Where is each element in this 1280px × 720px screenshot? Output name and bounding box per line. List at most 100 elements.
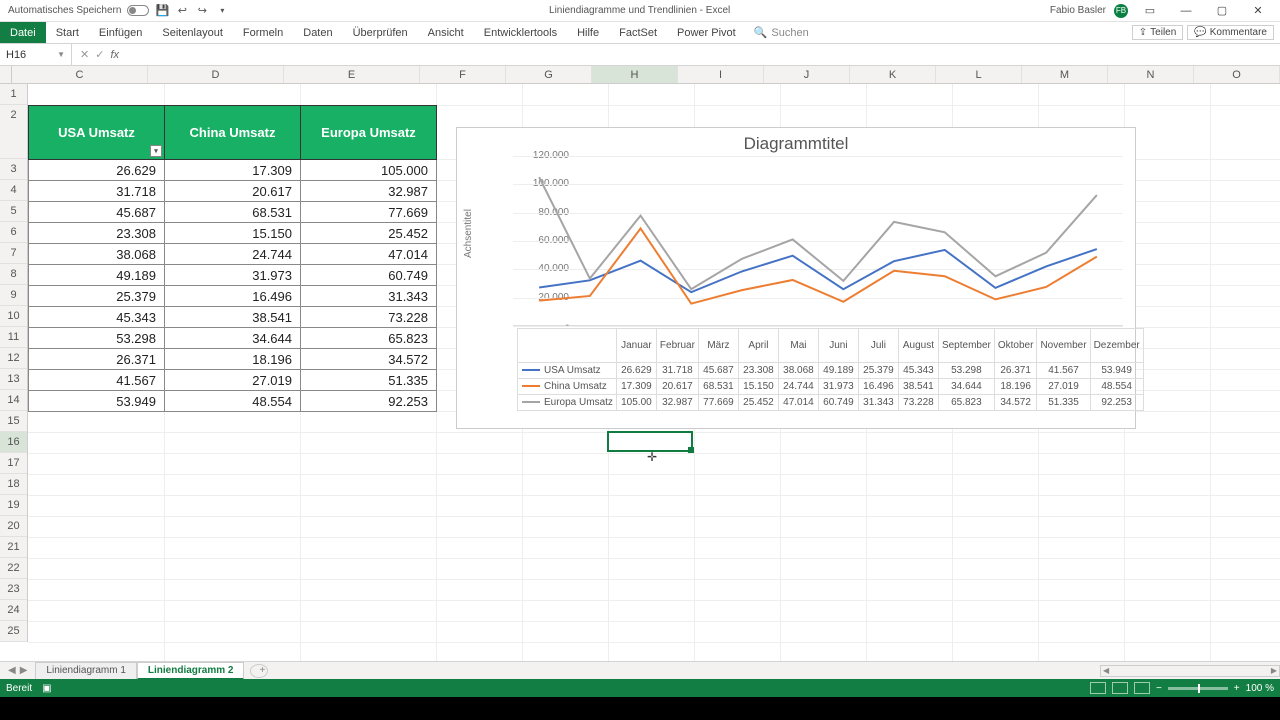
cell[interactable]: 92.253 xyxy=(301,391,437,412)
table-row[interactable]: 25.37916.49631.343 xyxy=(29,286,437,307)
col-header-J[interactable]: J xyxy=(764,66,850,83)
view-page-layout-icon[interactable] xyxy=(1112,682,1128,694)
cell[interactable]: 31.343 xyxy=(301,286,437,307)
cell[interactable]: 60.749 xyxy=(301,265,437,286)
row-header-18[interactable]: 18 xyxy=(0,474,27,495)
cell[interactable]: 31.718 xyxy=(29,181,165,202)
cell[interactable]: 47.014 xyxy=(301,244,437,265)
y-axis-title[interactable]: Achsentitel xyxy=(463,209,474,258)
cancel-formula-icon[interactable]: ✕ xyxy=(80,48,89,61)
zoom-level[interactable]: 100 % xyxy=(1246,683,1274,694)
active-cell[interactable] xyxy=(607,431,693,452)
cell[interactable]: 41.567 xyxy=(29,370,165,391)
zoom-slider[interactable] xyxy=(1168,687,1228,690)
col-header-L[interactable]: L xyxy=(936,66,1022,83)
cell[interactable]: 25.452 xyxy=(301,223,437,244)
tab-factset[interactable]: FactSet xyxy=(609,22,667,43)
row-header-8[interactable]: 8 xyxy=(0,264,27,285)
cell[interactable]: 16.496 xyxy=(165,286,301,307)
close-icon[interactable]: ✕ xyxy=(1244,4,1272,17)
data-table[interactable]: USA Umsatz▾China UmsatzEuropa Umsatz26.6… xyxy=(28,105,437,412)
col-header-M[interactable]: M xyxy=(1022,66,1108,83)
cell[interactable]: 15.150 xyxy=(165,223,301,244)
col-header-G[interactable]: G xyxy=(506,66,592,83)
table-row[interactable]: 53.94948.55492.253 xyxy=(29,391,437,412)
row-header-12[interactable]: 12 xyxy=(0,348,27,369)
col-header-E[interactable]: E xyxy=(284,66,420,83)
filter-icon[interactable]: ▾ xyxy=(150,145,162,157)
row-header-14[interactable]: 14 xyxy=(0,390,27,411)
col-header-O[interactable]: O xyxy=(1194,66,1280,83)
zoom-out-icon[interactable]: − xyxy=(1156,683,1162,694)
row-header-21[interactable]: 21 xyxy=(0,537,27,558)
cell[interactable]: 31.973 xyxy=(165,265,301,286)
save-icon[interactable]: 💾 xyxy=(155,4,169,18)
sheet-tab[interactable]: Liniendiagramm 1 xyxy=(35,662,137,680)
ribbon-search[interactable]: 🔍 Suchen xyxy=(746,22,817,43)
row-header-17[interactable]: 17 xyxy=(0,453,27,474)
table-row[interactable]: 26.37118.19634.572 xyxy=(29,349,437,370)
col-header-I[interactable]: I xyxy=(678,66,764,83)
comments-button[interactable]: 💬Kommentare xyxy=(1187,25,1274,40)
user-avatar[interactable]: FB xyxy=(1114,4,1128,18)
row-header-25[interactable]: 25 xyxy=(0,621,27,642)
undo-icon[interactable]: ↩ xyxy=(175,4,189,18)
row-header-9[interactable]: 9 xyxy=(0,285,27,306)
chart-data-table[interactable]: JanuarFebruarMärzAprilMaiJuniJuliAugustS… xyxy=(517,328,1144,411)
tab-daten[interactable]: Daten xyxy=(293,22,342,43)
tab-file[interactable]: Datei xyxy=(0,22,46,43)
table-header[interactable]: Europa Umsatz xyxy=(301,106,437,160)
cell[interactable]: 34.572 xyxy=(301,349,437,370)
row-header-15[interactable]: 15 xyxy=(0,411,27,432)
redo-icon[interactable]: ↪ xyxy=(195,4,209,18)
row-header-2[interactable]: 2 xyxy=(0,105,27,159)
cell[interactable]: 32.987 xyxy=(301,181,437,202)
ribbon-display-icon[interactable]: ▭ xyxy=(1136,4,1164,17)
tab-formeln[interactable]: Formeln xyxy=(233,22,293,43)
col-header-N[interactable]: N xyxy=(1108,66,1194,83)
row-header-19[interactable]: 19 xyxy=(0,495,27,516)
fill-handle[interactable] xyxy=(688,447,694,453)
cell[interactable]: 45.343 xyxy=(29,307,165,328)
table-row[interactable]: 38.06824.74447.014 xyxy=(29,244,437,265)
row-header-10[interactable]: 10 xyxy=(0,306,27,327)
row-header-4[interactable]: 4 xyxy=(0,180,27,201)
table-row[interactable]: 41.56727.01951.335 xyxy=(29,370,437,391)
col-header-F[interactable]: F xyxy=(420,66,506,83)
cell[interactable]: 26.371 xyxy=(29,349,165,370)
cell[interactable]: 38.068 xyxy=(29,244,165,265)
share-button[interactable]: ⇪Teilen xyxy=(1132,25,1184,40)
cell[interactable]: 17.309 xyxy=(165,160,301,181)
cell[interactable]: 25.379 xyxy=(29,286,165,307)
chart-object[interactable]: Diagrammtitel Achsentitel -20.00040.0006… xyxy=(456,127,1136,429)
cell[interactable]: 51.335 xyxy=(301,370,437,391)
legend-series-label[interactable]: USA Umsatz xyxy=(518,363,617,379)
row-header-11[interactable]: 11 xyxy=(0,327,27,348)
table-row[interactable]: 45.68768.53177.669 xyxy=(29,202,437,223)
row-header-5[interactable]: 5 xyxy=(0,201,27,222)
table-row[interactable]: 26.62917.309105.000 xyxy=(29,160,437,181)
cell[interactable]: 45.687 xyxy=(29,202,165,223)
user-name[interactable]: Fabio Basler xyxy=(1050,5,1106,16)
table-header[interactable]: USA Umsatz▾ xyxy=(29,106,165,160)
confirm-formula-icon[interactable]: ✓ xyxy=(95,48,104,61)
table-row[interactable]: 31.71820.61732.987 xyxy=(29,181,437,202)
sheet-nav-next-icon[interactable]: ▶ xyxy=(20,665,28,676)
tab-überprüfen[interactable]: Überprüfen xyxy=(343,22,418,43)
formula-input[interactable] xyxy=(127,44,1280,65)
cell[interactable]: 34.644 xyxy=(165,328,301,349)
col-header-K[interactable]: K xyxy=(850,66,936,83)
cell[interactable]: 49.189 xyxy=(29,265,165,286)
name-box[interactable]: H16 ▼ xyxy=(0,44,72,65)
cell[interactable]: 20.617 xyxy=(165,181,301,202)
chevron-down-icon[interactable]: ▼ xyxy=(57,50,65,59)
cell[interactable]: 53.298 xyxy=(29,328,165,349)
col-header-C[interactable]: C xyxy=(12,66,148,83)
cell[interactable]: 68.531 xyxy=(165,202,301,223)
tab-seitenlayout[interactable]: Seitenlayout xyxy=(152,22,233,43)
row-header-3[interactable]: 3 xyxy=(0,159,27,180)
table-row[interactable]: 23.30815.15025.452 xyxy=(29,223,437,244)
cell[interactable]: 18.196 xyxy=(165,349,301,370)
row-header-24[interactable]: 24 xyxy=(0,600,27,621)
cell[interactable]: 77.669 xyxy=(301,202,437,223)
